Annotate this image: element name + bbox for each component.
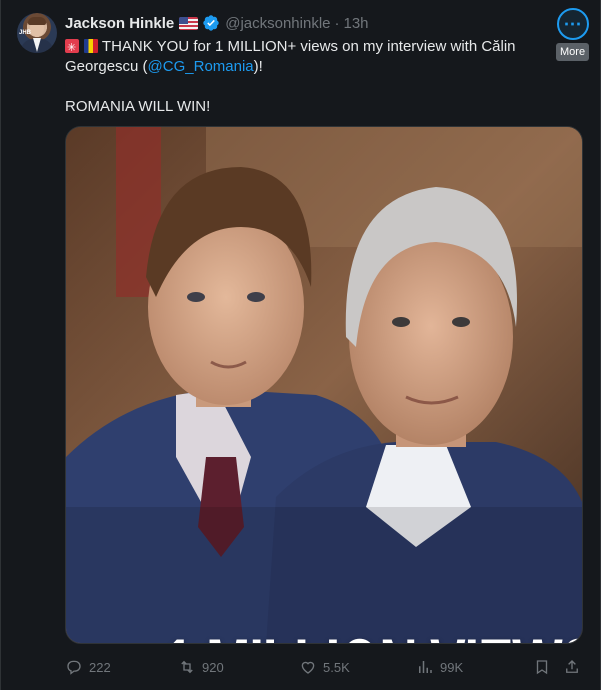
verified-badge-icon[interactable] [202,14,220,32]
tweet-media-image[interactable]: 1 MILLION VIEWS [65,126,583,644]
like-count: 5.5K [323,659,350,675]
bookmark-icon [536,660,548,675]
tweet-text-line2: ROMANIA WILL WIN! [65,98,211,115]
tweet-card[interactable]: JHB Jackson Hinkle @jacksonhinkle · 13h … [0,0,601,690]
more-options-button[interactable]: ⋯ [557,8,589,40]
header-separator: · [334,14,340,32]
views-icon [419,661,432,673]
mention-link[interactable]: @CG_Romania [148,58,254,75]
reply-icon [67,660,81,675]
reply-count: 222 [89,659,111,675]
tweet-text-line1-end: )! [253,58,263,75]
avatar-initials: JHB [19,30,32,36]
avatar[interactable]: JHB [17,13,57,53]
views-count: 99K [440,659,464,675]
heart-icon [301,661,315,674]
repost-count: 920 [202,659,224,675]
more-icon: ⋯ [563,13,583,34]
media-caption: 1 MILLION VIEWS [164,627,582,643]
repost-button[interactable]: 920 [178,656,224,678]
like-button[interactable]: 5.5K [299,656,350,678]
red-badge-emoji-icon [65,38,79,58]
tweet-timestamp[interactable]: 13h [344,15,369,32]
avatar-hair [28,17,46,25]
author-handle[interactable]: @jacksonhinkle [225,15,330,32]
tweet-actions: 222 920 5.5K 99K [65,656,585,678]
us-flag-icon [179,16,199,30]
tweet-text-line1: THANK YOU for 1 MILLION+ views on my int… [65,38,516,75]
romania-flag-icon [84,39,98,53]
bookmark-button[interactable] [533,656,557,678]
author-name[interactable]: Jackson Hinkle [65,15,174,32]
share-button[interactable] [563,656,587,678]
tweet-header: Jackson Hinkle @jacksonhinkle · 13h [65,13,369,33]
thumbnail-artwork [66,127,582,643]
share-icon [566,660,578,673]
reply-button[interactable]: 222 [65,656,111,678]
tweet-text: THANK YOU for 1 MILLION+ views on my int… [65,37,565,117]
repost-icon [181,660,193,674]
views-button[interactable]: 99K [416,656,463,678]
